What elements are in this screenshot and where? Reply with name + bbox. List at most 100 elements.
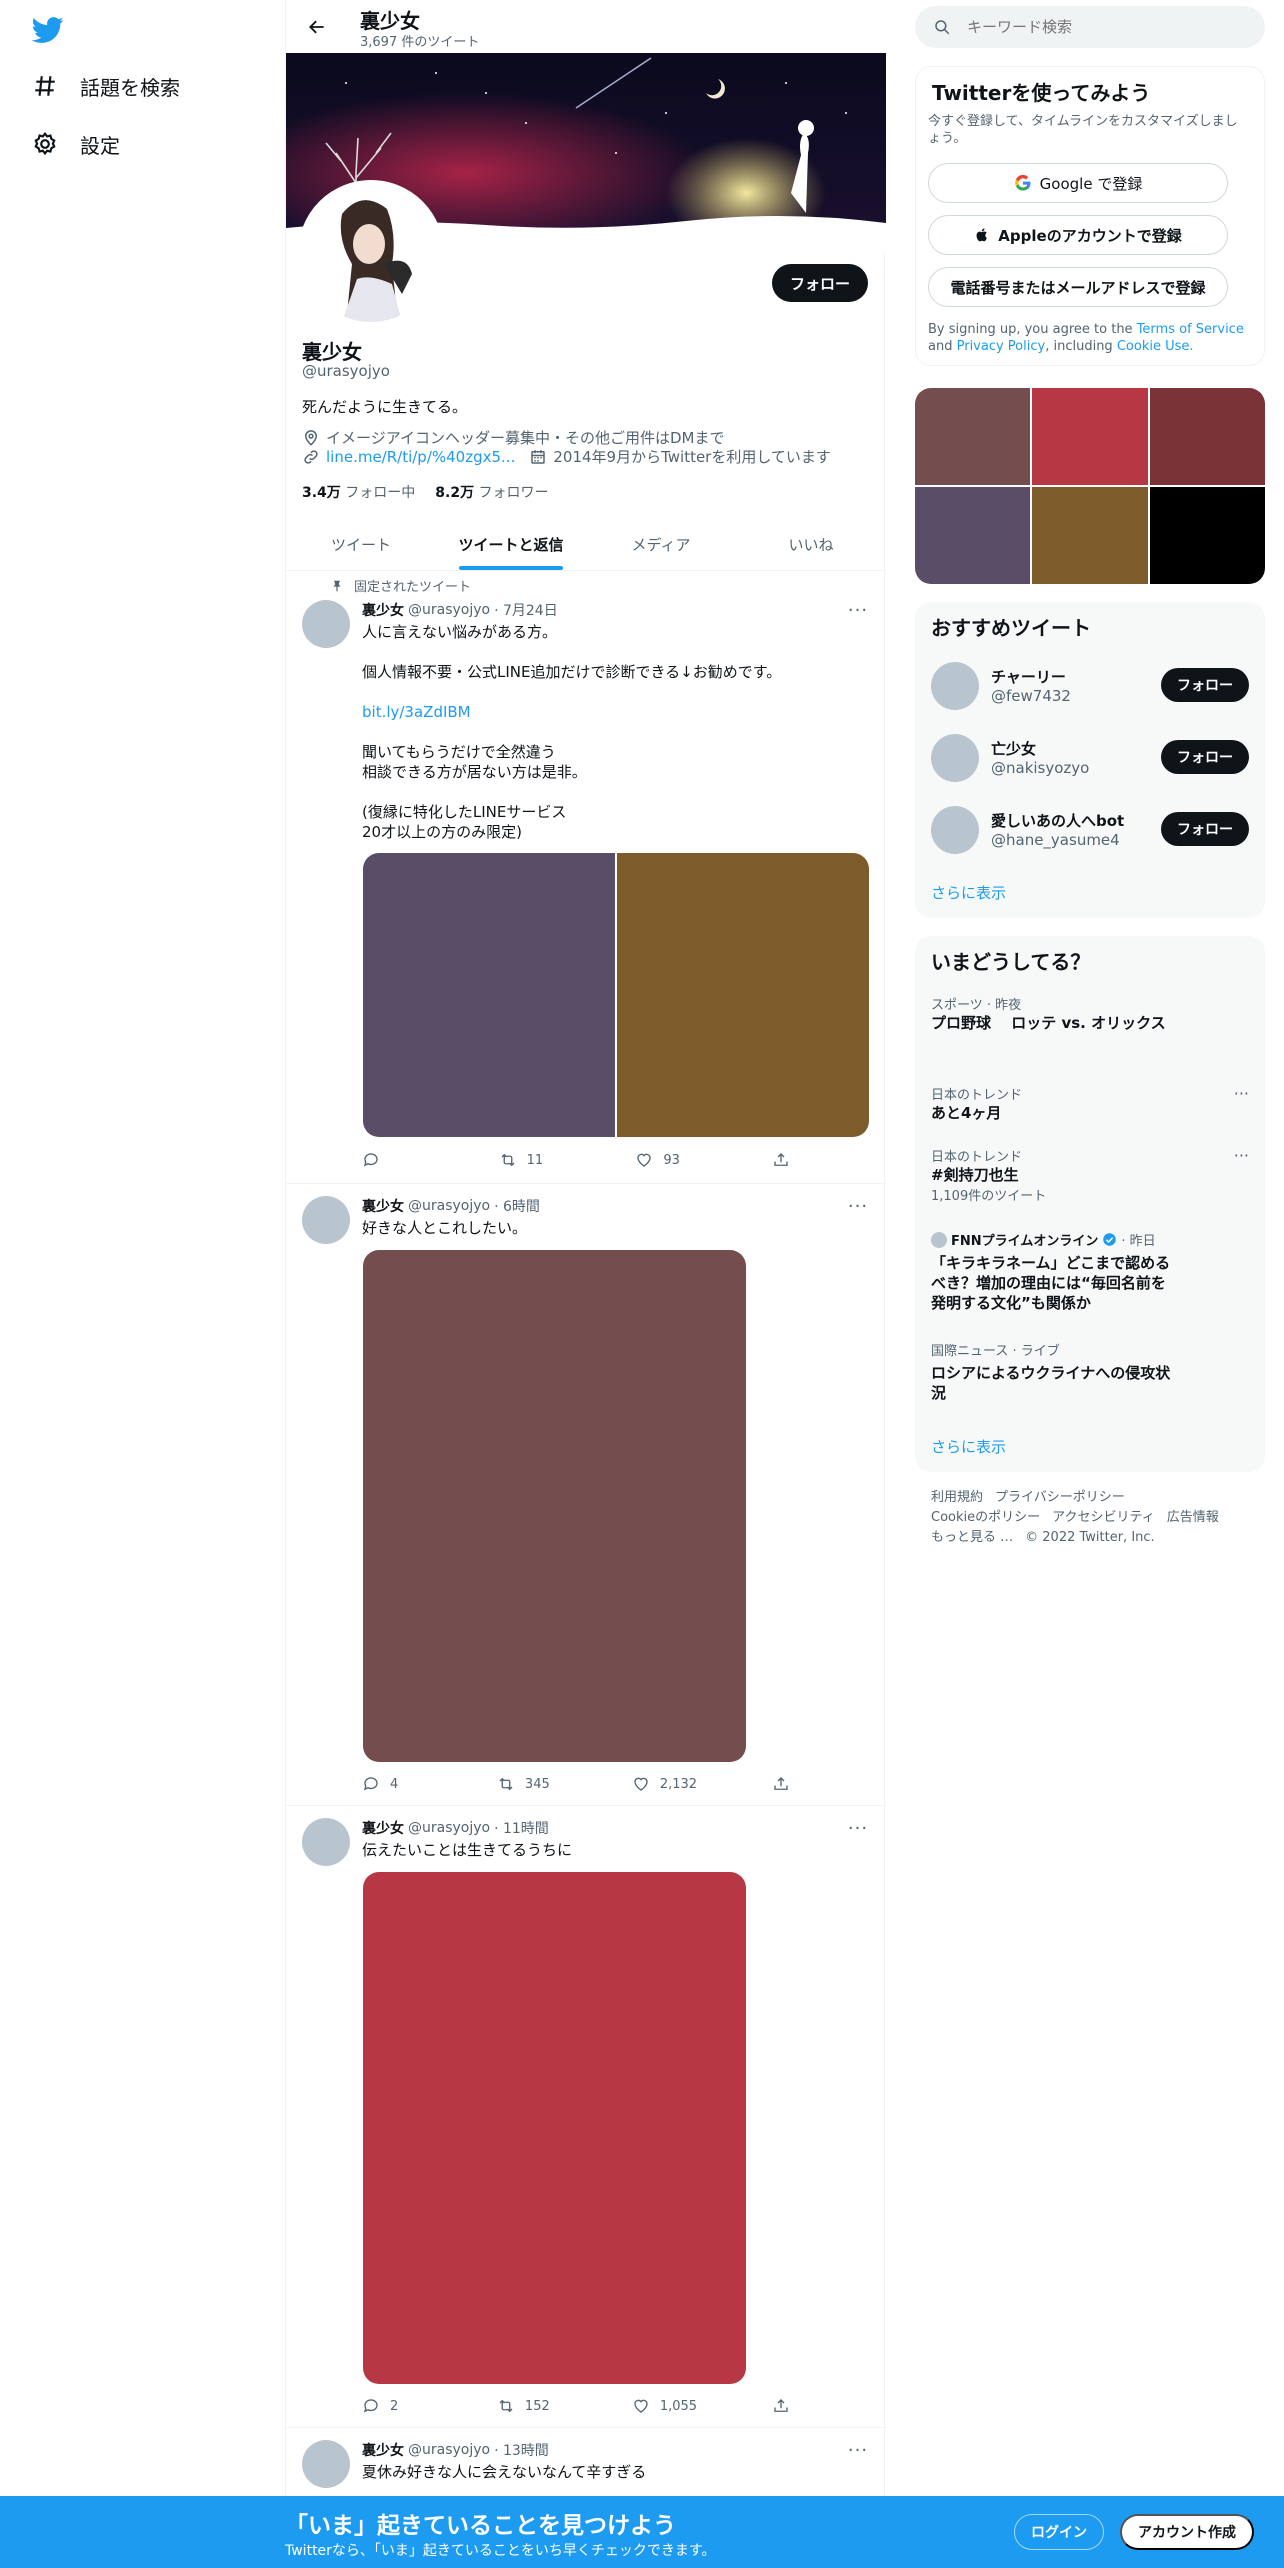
like-button[interactable]: 93	[635, 1150, 695, 1170]
search-box[interactable]	[915, 6, 1265, 48]
share-button[interactable]	[772, 1774, 792, 1794]
trend-item[interactable]: 日本のトレンド あと4ヶ月 ···	[931, 1084, 1249, 1123]
following-stat[interactable]: 3.4万 フォロー中	[302, 482, 415, 502]
tweet-author-handle[interactable]: @urasyojyo	[408, 1820, 490, 1836]
trends-show-more[interactable]: さらに表示	[931, 1436, 1006, 1457]
tweet-time[interactable]: · 7月24日	[494, 600, 558, 620]
media-thumbnail[interactable]	[1149, 388, 1265, 485]
tab-tweets[interactable]: ツイート	[286, 518, 436, 570]
media-image[interactable]	[363, 853, 615, 1137]
retweet-button[interactable]: 345	[497, 1774, 557, 1794]
news-time: · 昨日	[1121, 1234, 1156, 1249]
cookie-link[interactable]: Cookie Use.	[1117, 339, 1194, 354]
tweet-time[interactable]: · 6時間	[494, 1196, 540, 1216]
tweet-body: 裏少女 @urasyojyo · 6時間 好きな人とこれしたい。	[362, 1196, 870, 1238]
profile-link[interactable]: line.me/R/ti/p/%40zgx5...	[326, 448, 515, 466]
footer-ads[interactable]: 広告情報	[1167, 1510, 1219, 1525]
followers-stat[interactable]: 8.2万 フォロワー	[435, 482, 548, 502]
trend-item[interactable]: スポーツ · 昨夜 プロ野球 ロッテ vs. オリックス	[931, 994, 1249, 1033]
header-tweet-count: 3,697 件のツイート	[360, 35, 480, 50]
nav-explore[interactable]: 話題を検索	[32, 66, 180, 106]
tweet-avatar[interactable]	[302, 1196, 350, 1244]
tweet-time[interactable]: · 13時間	[494, 2440, 549, 2460]
tab-likes[interactable]: いいね	[736, 518, 886, 570]
profile-avatar[interactable]	[298, 180, 444, 326]
tweet-item[interactable]: ··· 裏少女 @urasyojyo · 7月24日 人に言えない悩みがある方。…	[286, 572, 886, 1184]
media-image[interactable]	[617, 853, 869, 1137]
more-icon[interactable]: ···	[1234, 1084, 1249, 1103]
followers-label: フォロワー	[478, 485, 549, 501]
reply-button[interactable]: 2	[362, 2396, 422, 2416]
retweet-button[interactable]: 152	[497, 2396, 557, 2416]
avatar[interactable]	[931, 662, 979, 710]
avatar[interactable]	[931, 806, 979, 854]
media-thumbnail[interactable]	[915, 388, 1031, 485]
like-button[interactable]: 2,132	[632, 1774, 697, 1794]
trend-news-item[interactable]: FNNプライムオンライン · 昨日 「キラキラネーム」どこまで認めるべき？増加の…	[931, 1230, 1249, 1313]
terms-link[interactable]: Terms of Service	[1137, 322, 1244, 337]
more-icon[interactable]: ···	[1234, 1146, 1249, 1165]
footer-terms[interactable]: 利用規約	[931, 1490, 983, 1505]
tweet-avatar[interactable]	[302, 600, 350, 648]
tweet-author-handle[interactable]: @urasyojyo	[408, 602, 490, 618]
nav-settings[interactable]: 設定	[32, 124, 120, 164]
follow-button[interactable]: フォロー	[771, 264, 868, 302]
tweet-author-handle[interactable]: @urasyojyo	[408, 1198, 490, 1214]
apple-signup-button[interactable]: Appleのアカウントで登録	[928, 215, 1228, 255]
reply-button[interactable]	[362, 1150, 422, 1170]
tweet-author-name[interactable]: 裏少女	[362, 1196, 404, 1216]
media-image[interactable]	[363, 1250, 746, 1762]
media-image[interactable]	[363, 1872, 746, 2384]
like-button[interactable]: 1,055	[632, 2396, 697, 2416]
follow-button[interactable]: フォロー	[1161, 740, 1249, 774]
media-thumbnail[interactable]	[1149, 487, 1265, 584]
recommend-show-more[interactable]: さらに表示	[931, 882, 1006, 903]
retweet-button[interactable]: 11	[499, 1150, 559, 1170]
recommend-user[interactable]: 愛しいあの人へbot @hane_yasume4 フォロー	[915, 794, 1265, 866]
tweet-avatar[interactable]	[302, 1818, 350, 1866]
news-source: FNNプライムオンライン	[951, 1234, 1099, 1249]
recommend-user-name: チャーリー	[991, 668, 1066, 686]
back-button[interactable]	[300, 10, 334, 44]
share-button[interactable]	[772, 1150, 792, 1170]
footer-more[interactable]: もっと見る …	[931, 1530, 1013, 1545]
tweet-author-name[interactable]: 裏少女	[362, 1818, 404, 1838]
footer-accessibility[interactable]: アクセシビリティ	[1052, 1510, 1155, 1525]
recommend-user[interactable]: チャーリー @few7432 フォロー	[915, 650, 1265, 722]
tab-tweets-replies[interactable]: ツイートと返信	[436, 518, 586, 570]
tab-media[interactable]: メディア	[586, 518, 736, 570]
media-thumbnail[interactable]	[1032, 487, 1148, 584]
reply-button[interactable]: 4	[362, 1774, 422, 1794]
tweet-time[interactable]: · 11時間	[494, 1818, 549, 1838]
footer-cookie[interactable]: Cookieのポリシー	[931, 1510, 1040, 1525]
google-signup-button[interactable]: Google で登録	[928, 163, 1228, 203]
tweet-author-name[interactable]: 裏少女	[362, 600, 404, 620]
tweet-body: 裏少女 @urasyojyo · 13時間 夏休み好きな人に会えないなんて辛すぎ…	[362, 2440, 870, 2482]
recommend-user-name: 愛しいあの人へbot	[991, 812, 1125, 830]
signup-button[interactable]: アカウント作成	[1120, 2514, 1254, 2550]
share-button[interactable]	[772, 2396, 792, 2416]
search-input[interactable]	[967, 18, 1227, 36]
footer-privacy[interactable]: プライバシーポリシー	[995, 1490, 1125, 1505]
avatar[interactable]	[931, 734, 979, 782]
media-thumbnail[interactable]	[1032, 388, 1148, 485]
media-thumbnail[interactable]	[915, 487, 1031, 584]
recommend-user[interactable]: 亡少女 @nakisyozyo フォロー	[915, 722, 1265, 794]
tweet-item[interactable]: ··· 裏少女 @urasyojyo · 11時間 伝えたいことは生きてるうちに…	[286, 1806, 886, 2428]
twitter-bird-icon[interactable]	[32, 14, 64, 46]
phone-signup-button[interactable]: 電話番号またはメールアドレスで登録	[928, 267, 1228, 307]
tweet-author-handle[interactable]: @urasyojyo	[408, 2442, 490, 2458]
login-button[interactable]: ログイン	[1014, 2514, 1104, 2550]
privacy-link[interactable]: Privacy Policy	[957, 339, 1046, 354]
tweet-author-name[interactable]: 裏少女	[362, 2440, 404, 2460]
follow-button[interactable]: フォロー	[1161, 668, 1249, 702]
tweet-media[interactable]	[363, 853, 869, 1137]
avatar-image	[302, 184, 440, 322]
tweet-link[interactable]: bit.ly/3aZdIBM	[362, 703, 471, 721]
trend-item[interactable]: 日本のトレンド #剣持刀也生 1,109件のツイート ···	[931, 1146, 1249, 1204]
tweet-item[interactable]: ··· 裏少女 @urasyojyo · 6時間 好きな人とこれしたい。 4 3…	[286, 1184, 886, 1806]
trend-item[interactable]: 国際ニュース · ライブ ロシアによるウクライナへの侵攻状況	[931, 1340, 1249, 1403]
tweet-avatar[interactable]	[302, 2440, 350, 2488]
retweet-icon	[499, 2399, 513, 2413]
follow-button[interactable]: フォロー	[1161, 812, 1249, 846]
